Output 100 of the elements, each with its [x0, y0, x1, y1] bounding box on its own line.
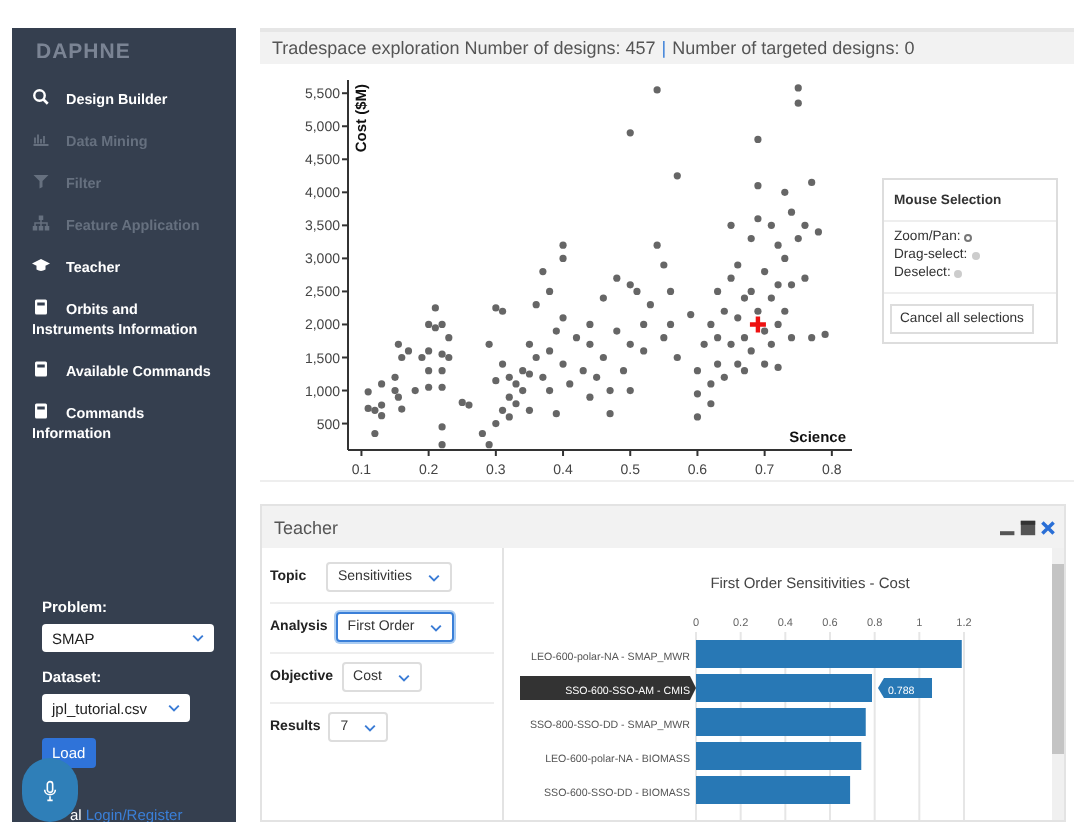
- data-point: [774, 320, 782, 329]
- data-point: [747, 347, 755, 355]
- data-point: [747, 234, 755, 243]
- data-point: [767, 294, 775, 302]
- radio-button[interactable]: [971, 251, 980, 259]
- chevron-down-icon: [397, 673, 410, 681]
- close-icon[interactable]: [1040, 519, 1056, 535]
- data-point: [794, 99, 802, 107]
- data-point: [774, 241, 782, 249]
- data-point: [559, 254, 567, 262]
- data-point: [660, 334, 668, 342]
- data-point: [546, 386, 554, 395]
- data-point: [539, 268, 547, 276]
- data-point: [821, 330, 829, 338]
- data-point: [606, 410, 614, 418]
- scrollbar-thumb[interactable]: [1052, 564, 1064, 754]
- data-point: [364, 388, 372, 396]
- data-point: [727, 274, 735, 282]
- data-point: [754, 307, 762, 315]
- microphone-icon: [42, 779, 58, 801]
- chevron-down-icon: [427, 573, 440, 581]
- data-point: [606, 386, 614, 395]
- data-point: [586, 340, 594, 348]
- hierarchy-icon: [32, 214, 50, 232]
- data-point: [593, 373, 601, 381]
- data-point: [693, 413, 702, 421]
- data-point: [371, 429, 379, 438]
- data-point: [720, 373, 728, 381]
- data-point: [559, 314, 567, 322]
- app-logo: DAPHNE: [36, 40, 133, 64]
- panel-title: Teacher: [274, 517, 339, 537]
- data-point: [761, 268, 769, 276]
- data-point: [559, 241, 567, 249]
- data-point: [787, 281, 796, 289]
- data-point: [532, 353, 540, 362]
- filter-icon: [32, 172, 50, 190]
- header-text: Number of targeted designs: 0: [672, 38, 915, 58]
- chevron-down-icon: [192, 634, 204, 642]
- data-point: [546, 347, 554, 355]
- data-point: [613, 327, 621, 335]
- data-point: [767, 340, 775, 348]
- data-point: [673, 172, 681, 180]
- data-point: [801, 221, 809, 229]
- data-point: [586, 320, 594, 329]
- search-icon: [32, 88, 50, 106]
- data-point: [754, 135, 762, 144]
- data-point: [599, 353, 607, 362]
- data-point: [653, 241, 661, 249]
- data-point: [626, 340, 634, 348]
- radio-button[interactable]: [964, 233, 973, 241]
- data-point: [774, 363, 782, 371]
- data-point: [478, 429, 486, 438]
- data-point: [761, 327, 769, 335]
- data-point: [693, 390, 702, 398]
- chevron-down-icon: [430, 623, 443, 631]
- data-point: [539, 373, 547, 381]
- data-point: [774, 281, 782, 289]
- data-point: [579, 367, 587, 375]
- data-point: [714, 360, 722, 368]
- data-point: [734, 261, 742, 269]
- maximize-icon[interactable]: [1020, 519, 1036, 535]
- data-point: [552, 327, 560, 335]
- header-text: Tradespace exploration Number of designs: 457: [272, 38, 656, 58]
- data-point: [525, 406, 534, 414]
- data-point: [754, 182, 762, 190]
- data-point: [411, 386, 419, 395]
- data-point: [767, 221, 775, 229]
- data-point: [794, 84, 802, 92]
- scrollbar[interactable]: [1052, 548, 1064, 820]
- data-point: [761, 360, 769, 368]
- data-point: [707, 320, 715, 329]
- data-point: [707, 380, 715, 388]
- data-point: [391, 373, 399, 381]
- data-point: [438, 367, 446, 375]
- chevron-down-icon: [168, 704, 180, 712]
- data-point: [727, 340, 735, 348]
- data-point: [781, 188, 789, 196]
- data-point: [552, 410, 560, 418]
- data-point: [814, 228, 822, 236]
- data-point: [626, 386, 634, 395]
- data-point: [673, 353, 681, 362]
- data-point: [707, 400, 715, 408]
- data-point: [714, 334, 722, 342]
- data-point: [666, 287, 675, 296]
- graduation-cap-icon: [32, 256, 50, 274]
- data-point: [492, 419, 500, 428]
- data-point: [808, 178, 816, 186]
- data-point: [801, 274, 809, 282]
- data-point: [787, 208, 796, 216]
- data-point: [646, 301, 654, 309]
- data-point: [626, 129, 634, 137]
- data-point: [720, 307, 728, 315]
- data-point: [653, 86, 661, 94]
- data-point: [438, 383, 446, 391]
- data-point: [781, 307, 789, 315]
- radio-button[interactable]: [954, 269, 963, 277]
- data-point: [586, 393, 594, 401]
- data-point: [546, 287, 554, 296]
- data-point: [640, 347, 648, 355]
- data-point: [640, 320, 648, 329]
